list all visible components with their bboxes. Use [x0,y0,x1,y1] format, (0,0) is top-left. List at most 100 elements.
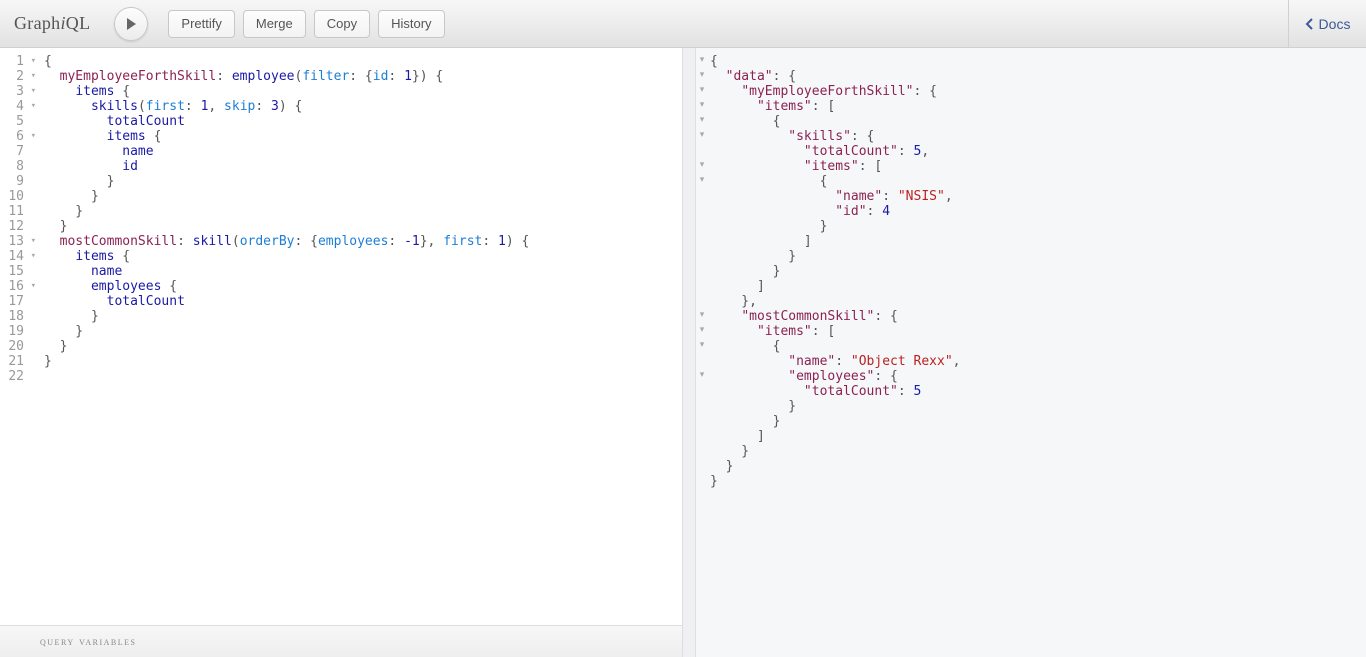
code-line[interactable]: } [44,204,682,219]
prettify-button[interactable]: Prettify [168,10,234,38]
code-line[interactable]: } [44,174,682,189]
result-line: "items": [ [710,99,1366,114]
code-line[interactable]: } [44,309,682,324]
fold-arrow-icon[interactable]: ▾ [31,234,36,249]
line-number: 7 [0,144,38,159]
line-number: 20 [0,339,38,354]
line-number: 5 [0,114,38,129]
code-line[interactable]: employees { [44,279,682,294]
chevron-left-icon [1305,17,1315,31]
line-number: 16▾ [0,279,38,294]
result-line: ] [710,234,1366,249]
code-line[interactable]: } [44,354,682,369]
result-line: } [710,399,1366,414]
result-line: "totalCount": 5, [710,144,1366,159]
line-number: 9 [0,174,38,189]
result-line: } [710,459,1366,474]
line-number: 17 [0,294,38,309]
code-line[interactable]: items { [44,129,682,144]
result-line: "mostCommonSkill": { [710,309,1366,324]
logo-text-suffix: QL [66,13,91,33]
history-button[interactable]: History [378,10,444,38]
result-line: ] [710,279,1366,294]
code-line[interactable]: } [44,324,682,339]
query-editor[interactable]: 1▾2▾3▾4▾56▾78910111213▾14▾1516▾171819202… [0,48,682,625]
code-line[interactable]: myEmployeeForthSkill: employee(filter: {… [44,69,682,84]
code-line[interactable]: } [44,339,682,354]
line-number: 18 [0,309,38,324]
result-line: } [710,444,1366,459]
result-line: } [710,264,1366,279]
result-line: ] [710,429,1366,444]
result-line: "items": [ [710,159,1366,174]
result-line: }, [710,294,1366,309]
copy-button[interactable]: Copy [314,10,370,38]
query-pane: 1▾2▾3▾4▾56▾78910111213▾14▾1516▾171819202… [0,48,683,657]
result-pane: ▾▾▾▾▾▾▾▾▾▾▾▾ { "data": { "myEmployeeFort… [696,48,1366,657]
variables-label: query variables [40,634,136,649]
line-number: 1▾ [0,54,38,69]
result-line: "name": "Object Rexx", [710,354,1366,369]
line-number: 4▾ [0,99,38,114]
line-number: 13▾ [0,234,38,249]
result-line: { [710,114,1366,129]
result-line: "myEmployeeForthSkill": { [710,84,1366,99]
play-icon [124,17,138,31]
result-line: { [710,339,1366,354]
line-number: 21 [0,354,38,369]
fold-arrow-icon[interactable]: ▾ [31,69,36,84]
result-line: { [710,174,1366,189]
toolbar: GraphiQL Prettify Merge Copy History Doc… [0,0,1366,48]
result-line: "items": [ [710,324,1366,339]
query-code[interactable]: { myEmployeeForthSkill: employee(filter:… [40,48,682,625]
code-line[interactable]: skills(first: 1, skip: 3) { [44,99,682,114]
code-line[interactable]: } [44,219,682,234]
query-gutter: 1▾2▾3▾4▾56▾78910111213▾14▾1516▾171819202… [0,48,40,625]
execute-button[interactable] [114,7,148,41]
variables-bar[interactable]: query variables [0,625,682,657]
result-line: } [710,219,1366,234]
line-number: 10 [0,189,38,204]
docs-toggle[interactable]: Docs [1288,0,1366,47]
line-number: 22 [0,369,38,384]
code-line[interactable]: { [44,54,682,69]
line-number: 19 [0,324,38,339]
code-line[interactable]: name [44,264,682,279]
code-line[interactable]: totalCount [44,114,682,129]
result-line: "totalCount": 5 [710,384,1366,399]
code-line[interactable]: } [44,189,682,204]
panes: 1▾2▾3▾4▾56▾78910111213▾14▾1516▾171819202… [0,48,1366,657]
code-line[interactable]: mostCommonSkill: skill(orderBy: {employe… [44,234,682,249]
result-code[interactable]: { "data": { "myEmployeeForthSkill": { "i… [696,48,1366,657]
merge-button[interactable]: Merge [243,10,306,38]
code-line[interactable]: id [44,159,682,174]
logo: GraphiQL [14,13,90,34]
line-number: 6▾ [0,129,38,144]
fold-arrow-icon[interactable]: ▾ [31,54,36,69]
code-line[interactable]: items { [44,249,682,264]
docs-label: Docs [1319,16,1351,32]
code-line[interactable]: name [44,144,682,159]
line-number: 2▾ [0,69,38,84]
result-line: "name": "NSIS", [710,189,1366,204]
line-number: 15 [0,264,38,279]
fold-arrow-icon[interactable]: ▾ [31,84,36,99]
line-number: 14▾ [0,249,38,264]
line-number: 3▾ [0,84,38,99]
fold-arrow-icon[interactable]: ▾ [31,279,36,294]
fold-arrow-icon[interactable]: ▾ [31,129,36,144]
code-line[interactable]: totalCount [44,294,682,309]
result-line: "skills": { [710,129,1366,144]
fold-arrow-icon[interactable]: ▾ [31,99,36,114]
logo-text-prefix: Graph [14,13,60,33]
pane-divider[interactable] [683,48,696,657]
code-line[interactable]: items { [44,84,682,99]
result-line: } [710,249,1366,264]
result-line: { [710,54,1366,69]
result-line: "id": 4 [710,204,1366,219]
result-line: "data": { [710,69,1366,84]
result-line: } [710,474,1366,489]
fold-arrow-icon[interactable]: ▾ [31,249,36,264]
line-number: 12 [0,219,38,234]
line-number: 11 [0,204,38,219]
